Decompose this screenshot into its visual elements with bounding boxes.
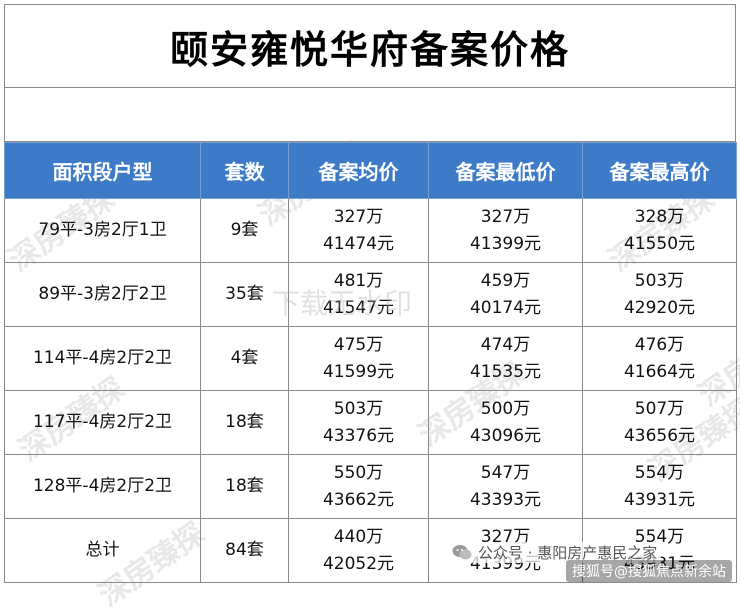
header-min: 备案最低价 <box>428 142 583 199</box>
table-row: 117平-4房2厅2卫 18套 503万 43376元 500万 43096元 50… <box>4 390 737 455</box>
min-unit: 41535元 <box>469 361 542 382</box>
avg-unit: 41547元 <box>322 297 395 318</box>
table-row: 128平-4房2厅2卫 18套 550万 43662元 547万 43393元 55… <box>4 454 737 519</box>
cell-count: 18套 <box>200 454 289 519</box>
avg-unit: 41474元 <box>322 233 395 254</box>
min-total: 500万 <box>480 398 531 419</box>
price-table: 面积段户型 套数 备案均价 备案最低价 备案最高价 79平-3房2厅1卫 9套 … <box>4 142 737 583</box>
avg-total: 550万 <box>333 462 384 483</box>
table-header-row: 面积段户型 套数 备案均价 备案最低价 备案最高价 <box>4 142 737 199</box>
avg-total: 327万 <box>333 206 384 227</box>
cell-count: 9套 <box>200 198 289 263</box>
max-total: 554万 <box>634 462 685 483</box>
table-row: 114平-4房2厅2卫 4套 475万 41599元 474万 41535元 476… <box>4 326 737 391</box>
table-row: 79平-3房2厅1卫 9套 327万 41474元 327万 41399元 328万… <box>4 198 737 263</box>
cell-min: 500万 43096元 <box>428 390 583 455</box>
avg-unit: 42052元 <box>322 553 395 574</box>
cell-max: 554万 43931元 <box>582 454 737 519</box>
min-total: 474万 <box>480 334 531 355</box>
cell-type: 117平-4房2厅2卫 <box>4 390 201 455</box>
wechat-icon <box>452 544 472 561</box>
cell-count: 4套 <box>200 326 289 391</box>
avg-unit: 41599元 <box>322 361 395 382</box>
cell-count: 35套 <box>200 262 289 327</box>
header-avg: 备案均价 <box>288 142 429 199</box>
header-max: 备案最高价 <box>582 142 737 199</box>
cell-min: 547万 43393元 <box>428 454 583 519</box>
cell-type: 89平-3房2厅2卫 <box>4 262 201 327</box>
cell-avg: 475万 41599元 <box>288 326 429 391</box>
cell-max: 503万 42920元 <box>582 262 737 327</box>
max-unit: 41550元 <box>623 233 696 254</box>
min-unit: 40174元 <box>469 297 542 318</box>
cell-count: 84套 <box>200 518 289 583</box>
max-total: 328万 <box>634 206 685 227</box>
avg-total: 481万 <box>333 270 384 291</box>
cell-avg: 440万 42052元 <box>288 518 429 583</box>
avg-total: 475万 <box>333 334 384 355</box>
min-total: 459万 <box>480 270 531 291</box>
cell-min: 474万 41535元 <box>428 326 583 391</box>
cell-type: 79平-3房2厅1卫 <box>4 198 201 263</box>
cell-avg: 503万 43376元 <box>288 390 429 455</box>
cell-type: 114平-4房2厅2卫 <box>4 326 201 391</box>
avg-total: 440万 <box>333 526 384 547</box>
cell-min: 459万 40174元 <box>428 262 583 327</box>
max-unit: 41664元 <box>623 361 696 382</box>
min-unit: 43393元 <box>469 489 542 510</box>
min-total: 547万 <box>480 462 531 483</box>
max-total: 503万 <box>634 270 685 291</box>
cell-avg: 481万 41547元 <box>288 262 429 327</box>
max-total: 476万 <box>634 334 685 355</box>
cell-avg: 550万 43662元 <box>288 454 429 519</box>
max-unit: 43656元 <box>623 425 696 446</box>
table-row: 89平-3房2厅2卫 35套 481万 41547元 459万 40174元 503… <box>4 262 737 327</box>
avg-unit: 43376元 <box>322 425 395 446</box>
min-total: 327万 <box>480 206 531 227</box>
footer-credit: 搜狐号@搜狐焦点新余站 <box>566 560 732 582</box>
cell-type: 128平-4房2厅2卫 <box>4 454 201 519</box>
cell-max: 507万 43656元 <box>582 390 737 455</box>
max-total: 507万 <box>634 398 685 419</box>
header-type: 面积段户型 <box>4 142 201 199</box>
max-unit: 42920元 <box>623 297 696 318</box>
avg-total: 503万 <box>333 398 384 419</box>
cell-type: 总计 <box>4 518 201 583</box>
min-unit: 41399元 <box>469 233 542 254</box>
page-title: 颐安雍悦华府备案价格 <box>169 26 570 72</box>
cell-max: 476万 41664元 <box>582 326 737 391</box>
cell-avg: 327万 41474元 <box>288 198 429 263</box>
header-count: 套数 <box>200 142 289 199</box>
blank-row <box>4 88 736 142</box>
title-box: 颐安雍悦华府备案价格 <box>4 4 736 88</box>
cell-count: 18套 <box>200 390 289 455</box>
cell-max: 328万 41550元 <box>582 198 737 263</box>
max-unit: 43931元 <box>623 489 696 510</box>
cell-min: 327万 41399元 <box>428 198 583 263</box>
avg-unit: 43662元 <box>322 489 395 510</box>
min-unit: 43096元 <box>469 425 542 446</box>
